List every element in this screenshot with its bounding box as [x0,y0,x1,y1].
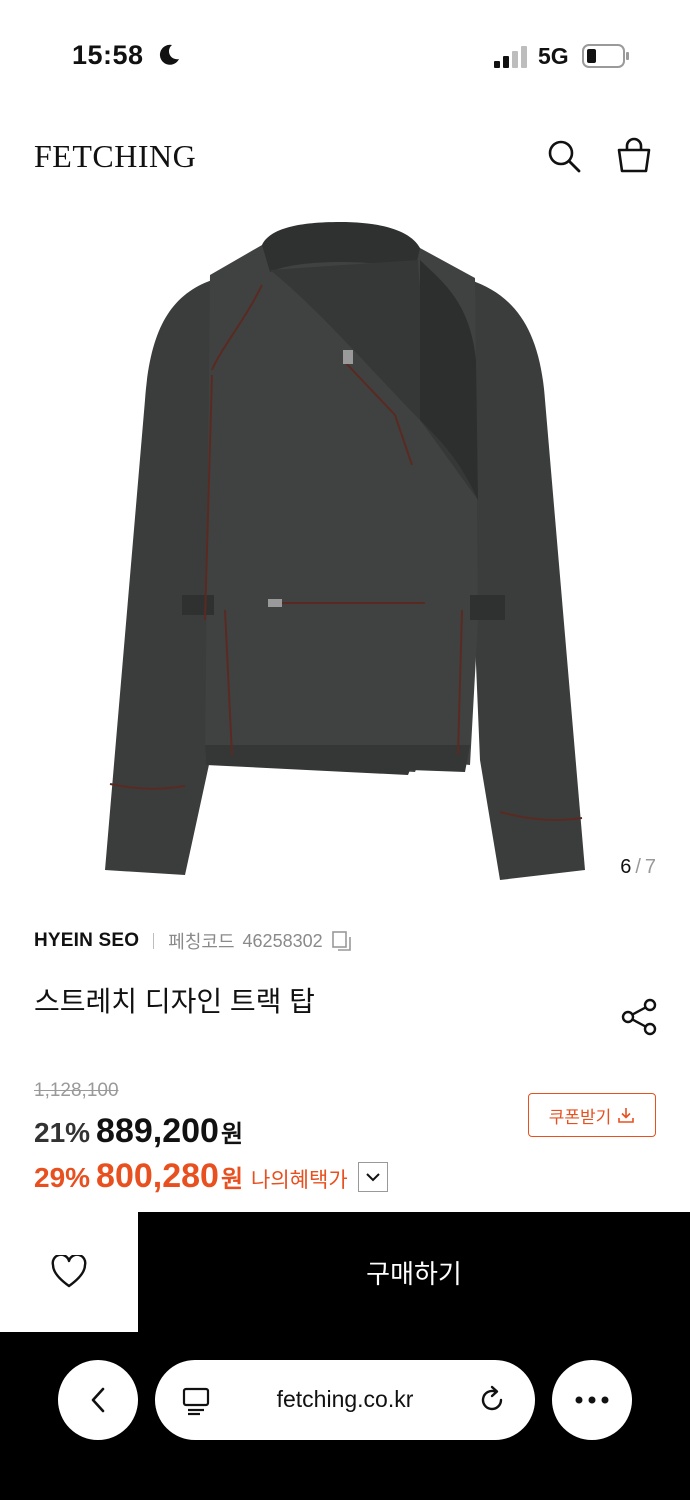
coupon-download-button[interactable]: 쿠폰받기 [528,1093,656,1137]
reload-icon[interactable] [477,1385,507,1415]
benefit-expand-button[interactable] [357,1161,388,1192]
chevron-down-icon [365,1172,380,1181]
moon-icon [159,44,179,65]
original-price: 1,128,100 [34,1080,119,1101]
browser-toolbar: fetching.co.kr [0,1332,690,1500]
more-icon [575,1396,609,1404]
fetch-code-label: 페칭코드 [168,932,235,952]
divider [153,933,155,949]
price-row: 21% 889,200 원 [34,1112,243,1151]
search-button[interactable] [542,134,586,178]
browser-more-button[interactable] [552,1360,632,1440]
share-icon[interactable] [618,996,660,1038]
benefit-currency-label: 원 [220,1166,244,1193]
browser-back-button[interactable] [58,1360,138,1440]
shopping-bag-icon [617,137,651,173]
product-image[interactable] [0,200,690,900]
download-icon [618,1108,635,1123]
benefit-price: 800,280 [96,1157,219,1195]
shopping-bag-button[interactable] [612,134,656,178]
discount-rate: 21% [34,1117,91,1148]
benefit-price-row: 29% 800,280 원 나의혜택가 [34,1157,388,1196]
fetch-code: 46258302 [242,930,323,951]
fetching-logo[interactable]: FETCHING [34,138,196,175]
image-total: 7 [644,856,656,878]
site-header: FETCHING [0,120,690,190]
network-type: 5G [538,43,569,69]
image-counter-separator: / [635,856,641,878]
coupon-button-label: 쿠폰받기 [548,1107,612,1127]
copy-icon[interactable] [331,930,353,952]
address-bar[interactable]: fetching.co.kr [155,1360,535,1440]
image-current: 6 [620,856,632,878]
status-time: 15:58 [72,40,144,70]
search-icon [548,140,581,173]
purchase-action-bar: 구매하기 [0,1212,690,1332]
buy-button[interactable]: 구매하기 [138,1212,690,1332]
image-counter: 6/7 [620,856,656,879]
brand-row: HYEIN SEO 페칭코드 46258302 [34,929,353,953]
status-bar: 15:58 5G [0,0,690,110]
signal-icon [494,46,527,68]
benefit-discount-rate: 29% [34,1162,91,1193]
benefit-label: 나의혜택가 [251,1169,348,1192]
sale-price: 889,200 [96,1112,219,1150]
wishlist-button[interactable] [0,1212,138,1332]
currency-label: 원 [220,1121,244,1148]
heart-icon [51,1255,87,1288]
battery-icon [582,44,629,68]
product-name: 스트레치 디자인 트랙 탑 [34,986,315,1017]
chevron-left-icon [91,1387,105,1413]
track-top-illustration [105,222,585,880]
brand-name[interactable]: HYEIN SEO [34,930,139,952]
